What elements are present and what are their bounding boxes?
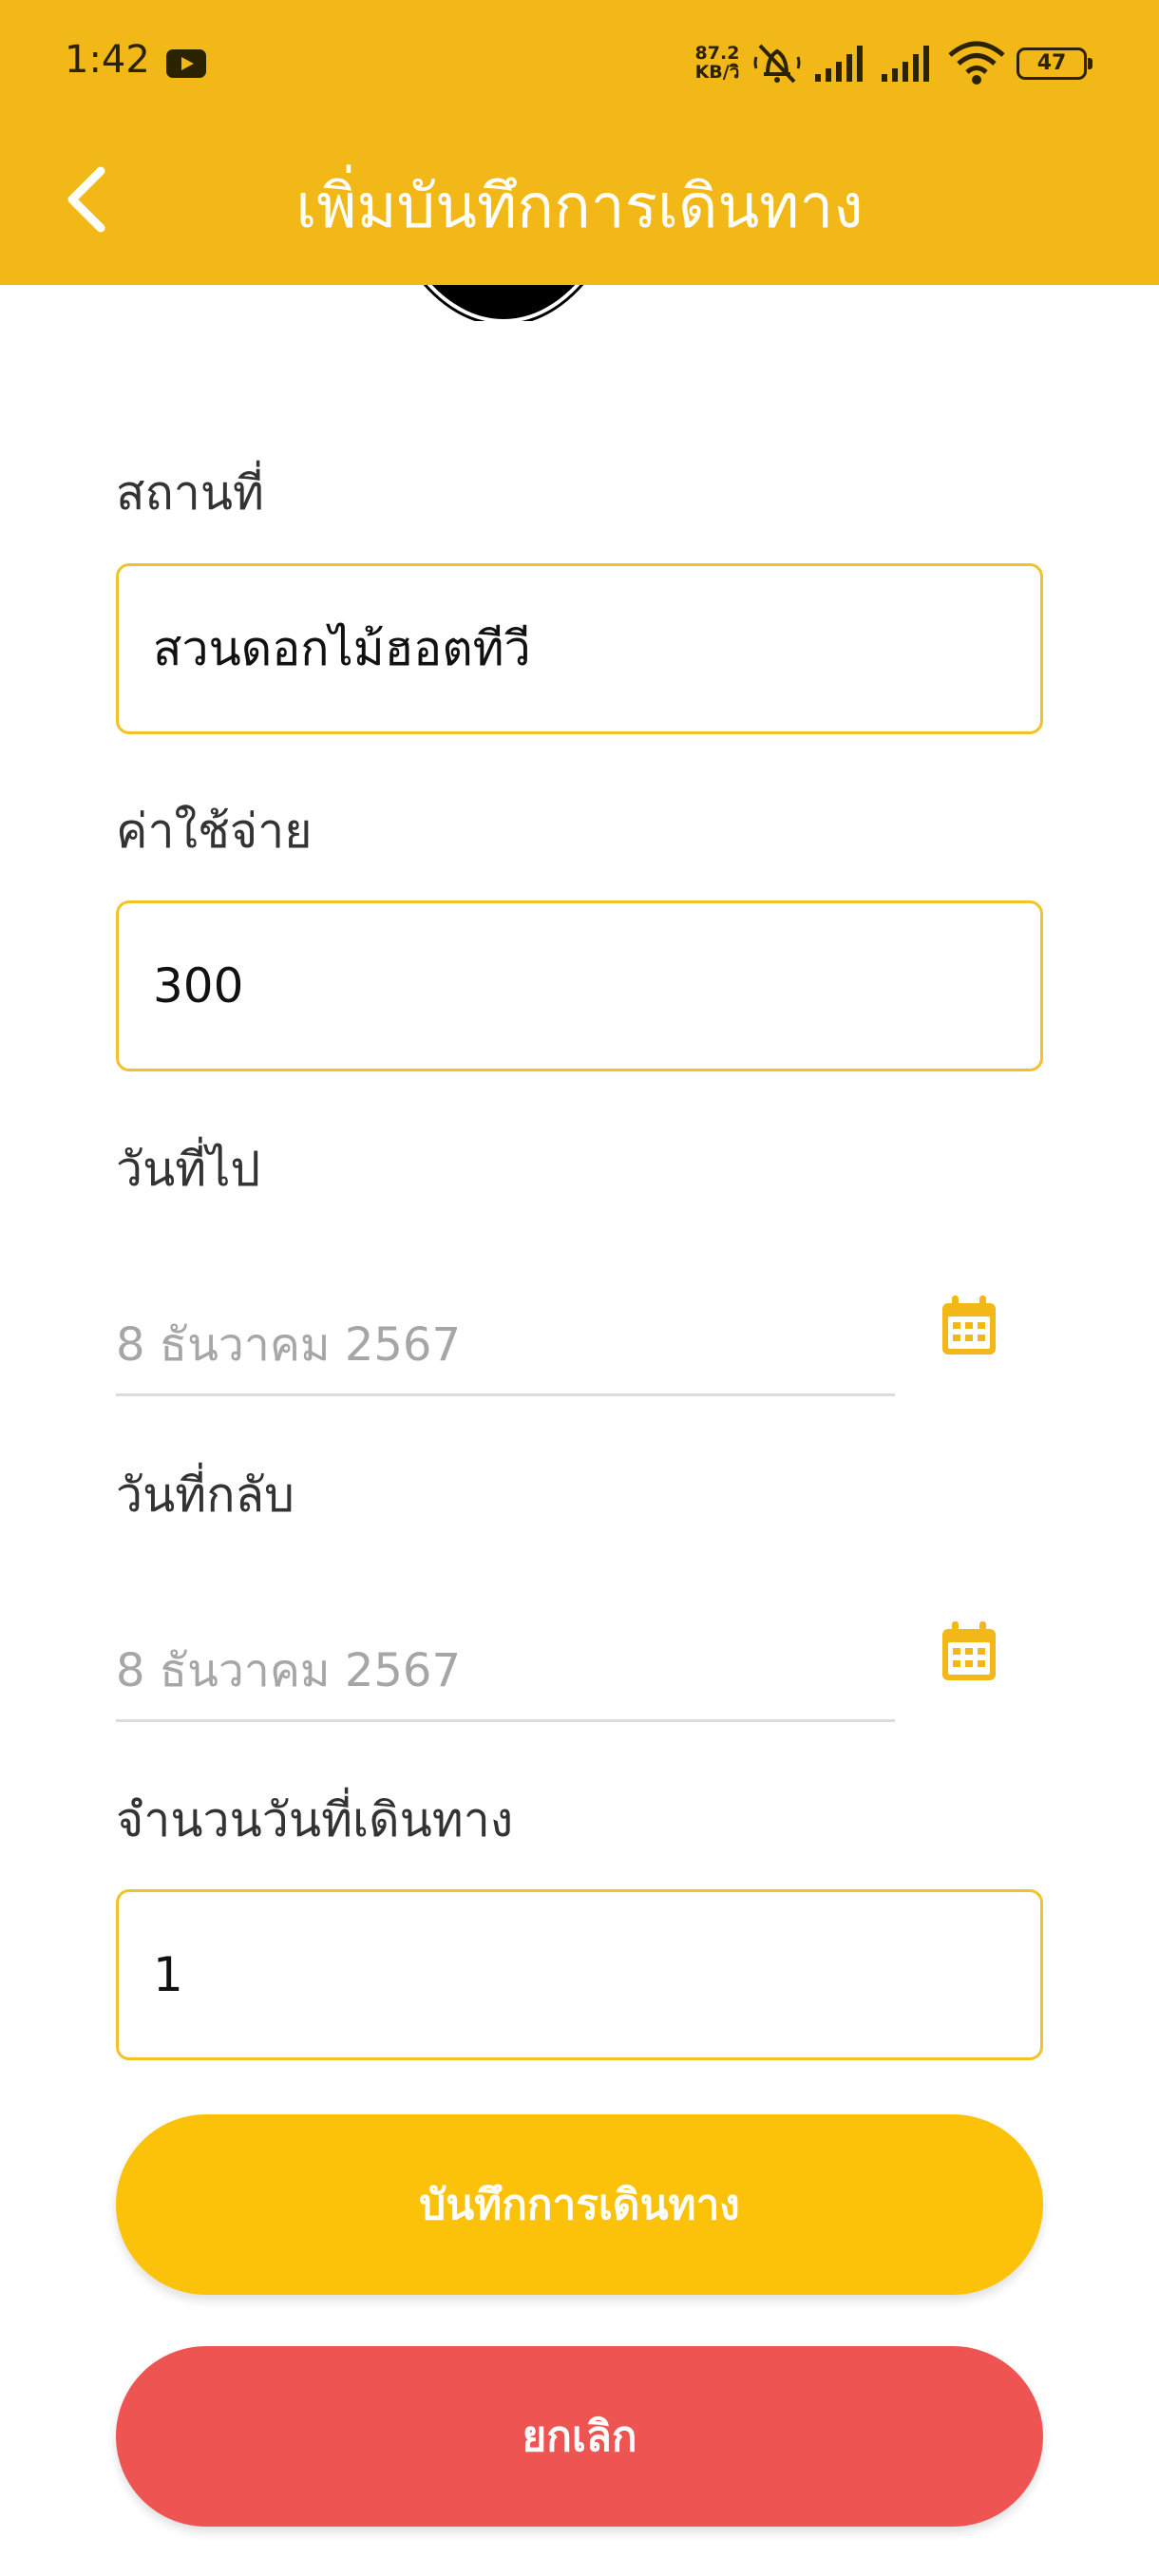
cost-input[interactable]: 300 [116,900,1043,1071]
battery-icon: 47 [1016,47,1092,80]
network-speed-value: 87.2 [694,43,740,64]
return-date-field[interactable]: 8 ธันวาคม 2567 [116,1597,895,1722]
depart-date-label: วันที่ไป [116,1142,261,1197]
depart-date-field[interactable]: 8 ธันวาคม 2567 [116,1271,895,1396]
app-bar: 1:42 87.2 KB/วิ 47 เพิ่มบันทึกการเดินทาง [0,0,1159,285]
cost-label: ค่าใช้จ่าย [116,804,313,859]
calendar-icon[interactable] [939,1294,999,1358]
trip-days-label: จำนวนวันที่เดินทาง [116,1792,514,1847]
status-bar: 1:42 87.2 KB/วิ 47 [0,0,1159,133]
save-trip-button[interactable]: บันทึกการเดินทาง [116,2114,1043,2295]
screen: 1:42 87.2 KB/วิ 47 เพิ่มบันทึกการเดินทาง… [0,0,1159,2576]
calendar-icon[interactable] [939,1619,999,1684]
trip-days-input[interactable]: 1 [116,1889,1043,2060]
wifi-icon [948,41,1005,85]
bell-muted-icon [753,44,801,84]
youtube-icon [166,49,206,78]
network-speed: 87.2 KB/วิ [690,44,745,82]
page-title: เพิ่มบันทึกการเดินทาง [295,172,864,242]
signal-icon [815,46,863,82]
network-speed-unit: KB/วิ [694,62,740,83]
return-date-label: วันที่กลับ [116,1468,294,1523]
cancel-button[interactable]: ยกเลิก [116,2346,1043,2527]
place-label: สถานที่ [116,465,265,521]
place-input[interactable]: สวนดอกไม้ฮอตทีวี [116,563,1043,734]
status-time: 1:42 [65,38,150,82]
signal-icon [882,46,929,82]
